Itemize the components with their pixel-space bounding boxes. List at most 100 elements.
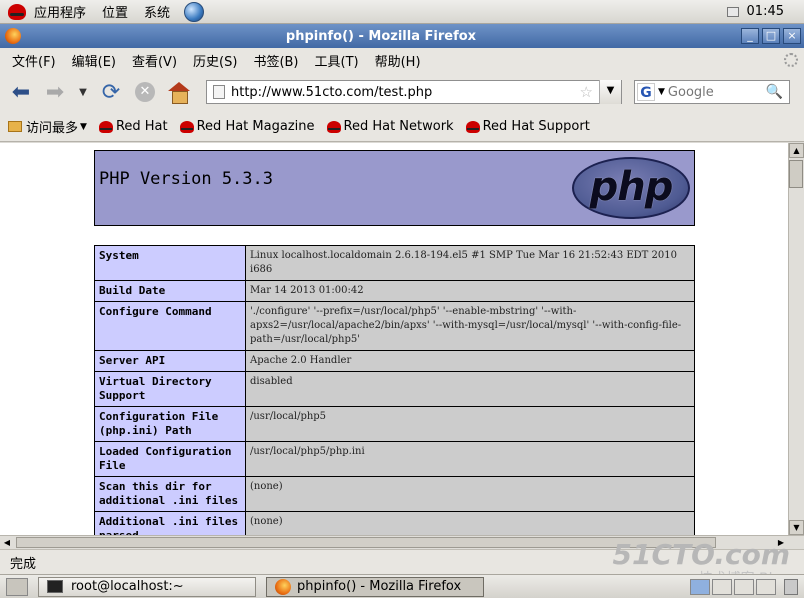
bookmark-label: Red Hat Network (343, 119, 454, 134)
workspace-4[interactable] (756, 578, 776, 595)
panel-menu-system[interactable]: 系统 (136, 2, 178, 21)
search-input[interactable] (667, 84, 764, 100)
url-bar[interactable]: ☆ ▼ (206, 80, 622, 104)
navigation-toolbar: ⬅ ➡ ▼ ⟳ ✕ ☆ ▼ G ▼ 🔍 (0, 72, 804, 112)
menu-history[interactable]: 历史(S) (185, 51, 245, 70)
status-text: 完成 (10, 556, 37, 572)
bookmark-red-hat[interactable]: Red Hat (98, 119, 168, 134)
task-label: phpinfo() - Mozilla Firefox (297, 579, 462, 594)
status-bar: 完成 51CTO.com 技术博客 Blog (0, 538, 804, 587)
url-input[interactable] (231, 84, 580, 100)
page-content[interactable]: PHP Version 5.3.3 php System Linux localh… (0, 143, 804, 535)
magnifier-icon[interactable]: 🔍 (766, 84, 783, 100)
back-button[interactable]: ⬅ (6, 77, 36, 107)
maximize-button[interactable]: □ (762, 28, 780, 44)
firefox-icon[interactable] (5, 28, 21, 44)
row-key: Loaded Configuration File (94, 441, 246, 477)
bookmark-red-hat-support[interactable]: Red Hat Support (465, 119, 590, 134)
menu-tools[interactable]: 工具(T) (307, 51, 367, 70)
redhat-icon (465, 120, 480, 133)
vertical-scrollbar[interactable]: ▲ ▼ (788, 143, 804, 535)
taskbar-item-firefox[interactable]: phpinfo() - Mozilla Firefox (266, 576, 484, 597)
redhat-icon (326, 120, 341, 133)
bookmark-label: Red Hat Support (482, 119, 590, 134)
php-logo-text: php (589, 164, 674, 210)
taskbar-item-terminal[interactable]: root@localhost:~ (38, 576, 256, 597)
google-engine-icon[interactable]: G (637, 83, 655, 101)
throbber-icon (784, 53, 798, 67)
firefox-icon (275, 578, 291, 595)
menu-bookmarks[interactable]: 书签(B) (245, 51, 306, 70)
trash-icon[interactable] (784, 578, 798, 595)
page-icon[interactable] (213, 85, 225, 99)
row-value: Apache 2.0 Handler (245, 350, 695, 372)
bookmark-most-visited[interactable]: 访问最多 ▼ (8, 117, 87, 136)
folder-icon (8, 121, 22, 132)
stop-button[interactable]: ✕ (130, 77, 160, 107)
row-value: disabled (245, 371, 695, 407)
row-key: Virtual Directory Support (94, 371, 246, 407)
row-key: Scan this dir for additional .ini files (94, 476, 246, 512)
scroll-left-button[interactable]: ◀ (0, 536, 14, 549)
bookmark-label: Red Hat Magazine (196, 119, 315, 134)
window-title-bar[interactable]: phpinfo() - Mozilla Firefox _ □ × (0, 24, 804, 48)
table-row: Server API Apache 2.0 Handler (94, 350, 695, 372)
reload-icon: ⟳ (101, 79, 121, 105)
workspace-switcher (690, 578, 776, 595)
redhat-icon (179, 120, 194, 133)
panel-clock[interactable]: 01:45 (747, 4, 784, 19)
php-version-title: PHP Version 5.3.3 (99, 169, 273, 189)
table-row: Virtual Directory Support disabled (94, 371, 695, 407)
menubar: 文件(F) 编辑(E) 查看(V) 历史(S) 书签(B) 工具(T) 帮助(H… (0, 48, 804, 72)
minimize-button[interactable]: _ (741, 28, 759, 44)
show-desktop-icon[interactable] (6, 577, 28, 596)
php-info-table: System Linux localhost.localdomain 2.6.18… (94, 245, 695, 535)
row-value: Linux localhost.localdomain 2.6.18-194.e… (245, 245, 695, 281)
menu-file[interactable]: 文件(F) (4, 51, 64, 70)
bookmark-star-icon[interactable]: ☆ (580, 83, 593, 101)
network-icon[interactable] (726, 6, 739, 17)
menu-help[interactable]: 帮助(H) (367, 51, 429, 70)
menu-edit[interactable]: 编辑(E) (64, 51, 124, 70)
web-browser-launcher-icon[interactable] (184, 1, 205, 22)
table-row: Additional .ini files parsed(none) (94, 511, 695, 535)
panel-menu-places[interactable]: 位置 (94, 2, 136, 21)
workspace-3[interactable] (734, 578, 754, 595)
window-title: phpinfo() - Mozilla Firefox (285, 28, 477, 44)
row-key: Configuration File (php.ini) Path (94, 406, 246, 442)
bookmark-red-hat-magazine[interactable]: Red Hat Magazine (179, 119, 315, 134)
row-key: Build Date (94, 280, 246, 302)
home-button[interactable] (164, 77, 194, 107)
close-button[interactable]: × (783, 28, 801, 44)
row-value: (none) (245, 476, 695, 512)
menu-view[interactable]: 查看(V) (124, 51, 185, 70)
terminal-icon (47, 580, 63, 593)
redhat-icon (98, 120, 113, 133)
url-dropdown-button[interactable]: ▼ (599, 80, 621, 104)
horizontal-scroll-thumb[interactable] (16, 537, 716, 548)
watermark: 51CTO.com (612, 538, 790, 571)
forward-arrow-icon: ➡ (45, 79, 65, 105)
bookmark-label: Red Hat (115, 119, 168, 134)
engine-dropdown-icon[interactable]: ▼ (658, 87, 665, 97)
task-label: root@localhost:~ (71, 579, 184, 594)
search-bar[interactable]: G ▼ 🔍 (634, 80, 790, 104)
panel-menu-applications[interactable]: 应用程序 (26, 2, 94, 21)
forward-button[interactable]: ➡ (40, 77, 70, 107)
reload-button[interactable]: ⟳ (96, 77, 126, 107)
row-value: /usr/local/php5/php.ini (245, 441, 695, 477)
history-dropdown-button[interactable]: ▼ (74, 77, 92, 107)
scroll-up-button[interactable]: ▲ (789, 143, 804, 158)
home-icon (168, 82, 190, 104)
table-row: System Linux localhost.localdomain 2.6.18… (94, 245, 695, 281)
row-key: Server API (94, 350, 246, 372)
redhat-logo-icon[interactable] (8, 3, 26, 20)
scroll-down-button[interactable]: ▼ (789, 520, 804, 535)
row-value: (none) (245, 511, 695, 535)
bookmark-red-hat-network[interactable]: Red Hat Network (326, 119, 454, 134)
row-value: Mar 14 2013 01:00:42 (245, 280, 695, 302)
vertical-scroll-thumb[interactable] (789, 160, 803, 188)
workspace-2[interactable] (712, 578, 732, 595)
workspace-1[interactable] (690, 578, 710, 595)
bookmarks-toolbar: 访问最多 ▼ Red Hat Red Hat Magazine Red Hat … (0, 112, 804, 142)
